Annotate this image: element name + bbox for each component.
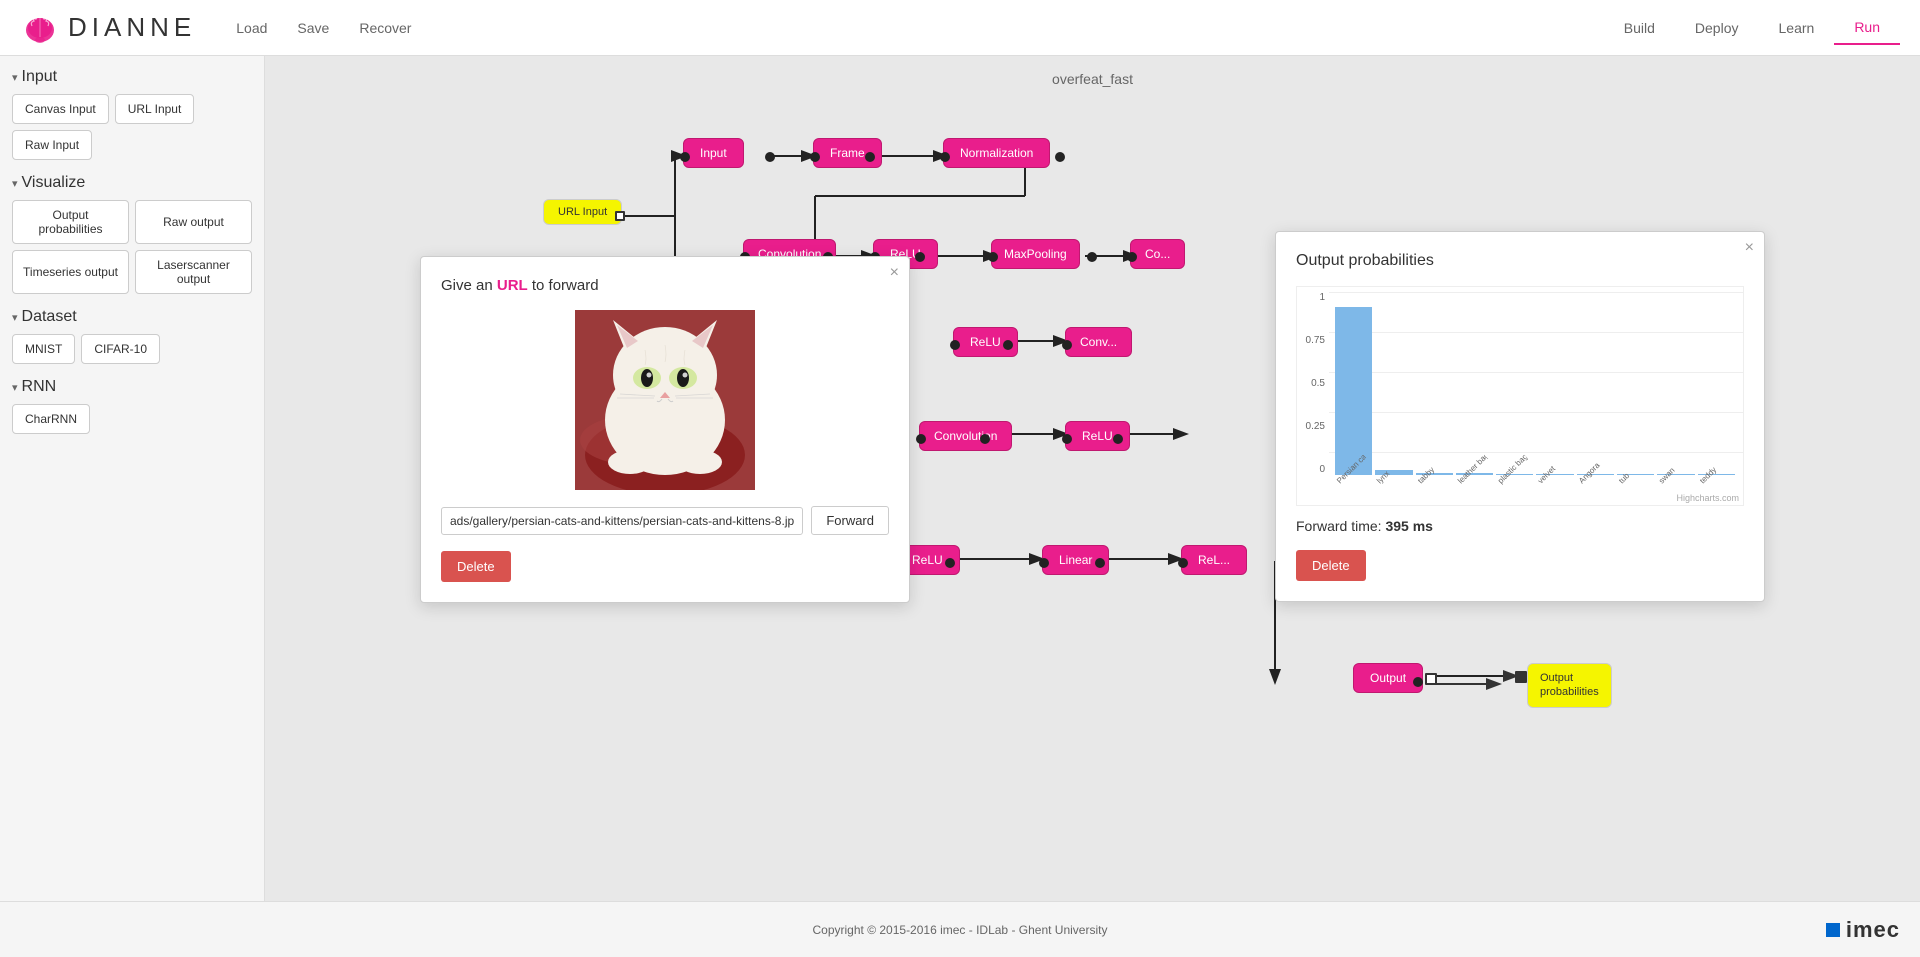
chevron-down-icon-dataset: ▾	[12, 311, 18, 324]
nav-save[interactable]: Save	[297, 20, 329, 36]
sidebar-buttons-rnn: CharRNN	[12, 404, 252, 434]
chart-container: 1 0.75 0.5 0.25 0 Per	[1296, 286, 1744, 506]
network-name: overfeat_fast	[1052, 71, 1133, 87]
cat-svg	[575, 310, 755, 490]
y-axis: 1 0.75 0.5 0.25 0	[1297, 292, 1329, 475]
node-conv2[interactable]: Convolution	[919, 421, 1012, 451]
sidebar-btn-raw-output[interactable]: Raw output	[135, 200, 252, 244]
tab-deploy[interactable]: Deploy	[1675, 11, 1759, 45]
highcharts-credit: Highcharts.com	[1676, 493, 1739, 503]
canvas-area: overfeat_fast	[265, 56, 1920, 901]
imec-brand-text: imec	[1846, 917, 1900, 943]
tab-run[interactable]: Run	[1834, 11, 1900, 45]
sidebar-section-input: ▾ Input Canvas Input URL Input Raw Input	[12, 68, 252, 160]
url-input-row: Forward	[441, 506, 889, 535]
sidebar-section-dataset: ▾ Dataset MNIST CIFAR-10	[12, 308, 252, 364]
node-output-prob[interactable]: Outputprobabilities	[1527, 663, 1612, 708]
imec-square-icon	[1826, 923, 1840, 937]
url-dialog-close-button[interactable]: ×	[890, 265, 899, 281]
node-conv-partial2[interactable]: Conv...	[1065, 327, 1132, 357]
sidebar-btn-url-input[interactable]: URL Input	[115, 94, 195, 124]
url-dialog-title: Give an URL to forward	[441, 277, 889, 294]
tab-learn[interactable]: Learn	[1759, 11, 1835, 45]
nav-recover[interactable]: Recover	[359, 20, 411, 36]
imec-logo: imec	[1826, 917, 1900, 943]
sidebar-btn-timeseries[interactable]: Timeseries output	[12, 250, 129, 294]
chevron-down-icon-rnn: ▾	[12, 381, 18, 394]
cat-image	[575, 310, 755, 490]
node-output[interactable]: Output	[1353, 663, 1423, 693]
sidebar-title-rnn: ▾ RNN	[12, 378, 252, 396]
header: DIANNE Load Save Recover Build Deploy Le…	[0, 0, 1920, 56]
sidebar-btn-output-prob[interactable]: Output probabilities	[12, 200, 129, 244]
node-maxpool[interactable]: MaxPooling	[991, 239, 1080, 269]
main-nav: Load Save Recover	[236, 20, 1604, 36]
sidebar-btn-mnist[interactable]: MNIST	[12, 334, 75, 364]
tab-build[interactable]: Build	[1604, 11, 1675, 45]
sidebar-btn-charrnn[interactable]: CharRNN	[12, 404, 90, 434]
sidebar-title-input: ▾ Input	[12, 68, 252, 86]
logo: DIANNE	[20, 8, 196, 48]
sidebar-buttons-dataset: MNIST CIFAR-10	[12, 334, 252, 364]
node-input[interactable]: Input	[683, 138, 744, 168]
sidebar-title-dataset: ▾ Dataset	[12, 308, 252, 326]
chevron-down-icon-viz: ▾	[12, 177, 18, 190]
forward-time: Forward time: 395 ms	[1296, 518, 1744, 534]
output-dialog-title: Output probabilities	[1296, 252, 1744, 270]
url-input-dialog: × Give an URL to forward	[420, 256, 910, 603]
nav-load[interactable]: Load	[236, 20, 267, 36]
node-relu5-partial[interactable]: ReL...	[1181, 545, 1247, 575]
copyright: Copyright © 2015-2016 imec - IDLab - Ghe…	[813, 923, 1108, 937]
footer: Copyright © 2015-2016 imec - IDLab - Ghe…	[0, 901, 1920, 957]
logo-text: DIANNE	[68, 12, 196, 43]
sidebar-btn-raw-input[interactable]: Raw Input	[12, 130, 92, 160]
tab-bar: Build Deploy Learn Run	[1604, 11, 1900, 45]
sidebar: ▾ Input Canvas Input URL Input Raw Input…	[0, 56, 265, 901]
bars-area	[1331, 292, 1739, 475]
output-dialog-delete-button[interactable]: Delete	[1296, 550, 1366, 581]
chart-bar-0	[1335, 307, 1372, 475]
node-normalization[interactable]: Normalization	[943, 138, 1050, 168]
output-prob-dialog: × Output probabilities 1 0.75 0.5 0.25 0	[1275, 231, 1765, 602]
sidebar-btn-cifar10[interactable]: CIFAR-10	[81, 334, 160, 364]
sidebar-section-visualize: ▾ Visualize Output probabilities Raw out…	[12, 174, 252, 294]
sidebar-buttons-visualize: Output probabilities Raw output Timeseri…	[12, 200, 252, 294]
sidebar-section-rnn: ▾ RNN CharRNN	[12, 378, 252, 434]
sidebar-btn-laserscanner[interactable]: Laserscanner output	[135, 250, 252, 294]
output-dialog-close-button[interactable]: ×	[1745, 240, 1754, 256]
sidebar-btn-canvas-input[interactable]: Canvas Input	[12, 94, 109, 124]
sidebar-title-visualize: ▾ Visualize	[12, 174, 252, 192]
chevron-down-icon: ▾	[12, 71, 18, 84]
node-co-partial[interactable]: Co...	[1130, 239, 1185, 269]
url-dialog-delete-button[interactable]: Delete	[441, 551, 511, 582]
logo-brain-icon	[20, 8, 60, 48]
url-input-field[interactable]	[441, 507, 803, 535]
forward-button[interactable]: Forward	[811, 506, 889, 535]
sidebar-buttons-input: Canvas Input URL Input Raw Input	[12, 94, 252, 160]
main-layout: ▾ Input Canvas Input URL Input Raw Input…	[0, 56, 1920, 901]
node-url-input[interactable]: URL Input	[543, 199, 622, 225]
